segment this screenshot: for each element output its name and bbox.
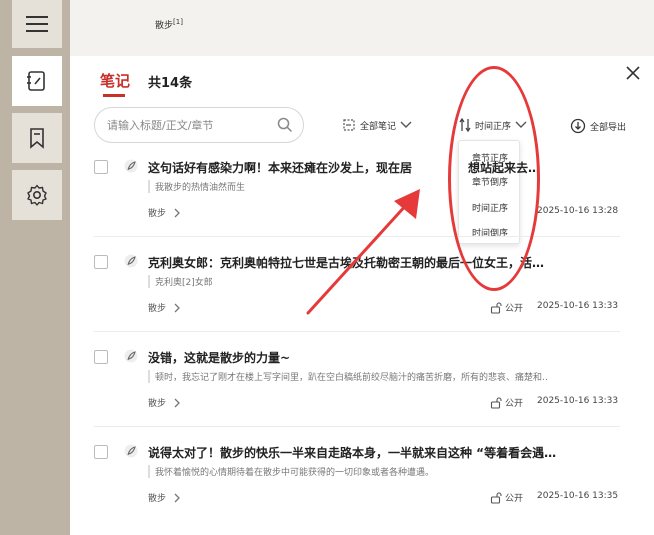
note-chapter[interactable]: 散步 — [148, 396, 181, 409]
export-all-button[interactable]: 全部导出 — [570, 118, 626, 134]
chevron-right-icon — [174, 208, 180, 217]
note-chapter[interactable]: 散步 — [148, 206, 181, 219]
notes-panel: 笔记 共14条 全部笔记 时间正序 — [70, 56, 654, 535]
notes-icon — [27, 71, 45, 91]
filter-label: 全部笔记 — [360, 121, 397, 132]
note-item[interactable]: 说得太对了！散步的快乐一半来自走路本身，一半就来自这种 “等着看会遇… 我怀着愉… — [70, 435, 654, 529]
note-quote: 克利奥[2]女郎 — [148, 275, 548, 288]
note-visibility[interactable]: 公开 — [490, 301, 523, 314]
note-time: 2025-10-16 13:33 — [537, 396, 619, 406]
sort-label: 时间正序 — [475, 121, 512, 132]
quill-icon — [124, 349, 138, 363]
note-chapter[interactable]: 散步 — [148, 301, 181, 314]
chevron-down-icon — [515, 121, 527, 128]
rail-notes-button[interactable] — [12, 56, 62, 106]
bookmark-icon — [30, 128, 44, 149]
note-title: 克利奥女郎：克利奥帕特拉七世是古埃及托勒密王朝的最后一位女王，活… — [148, 256, 545, 270]
note-item[interactable]: 克利奥女郎：克利奥帕特拉七世是古埃及托勒密王朝的最后一位女王，活… 克利奥[2]… — [70, 245, 654, 339]
sort-icon — [459, 118, 471, 132]
divider — [94, 426, 620, 427]
divider — [94, 236, 620, 237]
menu-button[interactable] — [12, 0, 62, 48]
sort-button[interactable]: 时间正序 — [459, 118, 527, 132]
close-icon[interactable] — [624, 64, 642, 82]
note-chapter[interactable]: 散步 — [148, 491, 181, 504]
note-quote: 我怀着愉悦的心情期待着在散步中可能获得的一切印象或者各种遭遇。 — [148, 465, 548, 478]
note-quote: 顿时，我忘记了刚才在楼上写字间里，趴在空白稿纸前绞尽脑汁的痛苦折磨，所有的悲哀、… — [148, 370, 548, 383]
chevron-down-icon — [400, 121, 412, 128]
note-checkbox[interactable] — [94, 160, 108, 174]
filter-button[interactable]: 全部笔记 — [342, 118, 412, 132]
export-icon — [570, 118, 586, 134]
reader-top-bar — [0, 0, 654, 56]
rail-bookmark-button[interactable] — [12, 113, 62, 163]
chevron-right-icon — [174, 493, 180, 502]
settings-icon — [27, 184, 47, 206]
note-title: 没错，这就是散步的力量~ — [148, 351, 291, 365]
divider — [94, 331, 620, 332]
note-title: 说得太对了！散步的快乐一半来自走路本身，一半就来自这种 “等着看会遇… — [148, 446, 557, 460]
tab-underline — [103, 94, 125, 97]
filter-icon — [343, 119, 355, 131]
note-quote: 我散步的热情油然而生 — [148, 180, 548, 193]
chevron-right-icon — [174, 303, 180, 312]
note-checkbox[interactable] — [94, 255, 108, 269]
export-label: 全部导出 — [590, 122, 627, 133]
note-checkbox[interactable] — [94, 350, 108, 364]
note-visibility[interactable]: 公开 — [490, 396, 523, 409]
rail-settings-button[interactable] — [12, 170, 62, 220]
menu-icon — [26, 16, 48, 32]
reader-body-text: 散步[1] — [155, 18, 183, 31]
note-checkbox[interactable] — [94, 445, 108, 459]
note-count: 共14条 — [148, 76, 193, 91]
note-time: 2025-10-16 13:28 — [537, 206, 619, 216]
chevron-right-icon — [174, 398, 180, 407]
quill-icon — [124, 444, 138, 458]
search-icon[interactable] — [277, 117, 293, 133]
lock-open-icon — [490, 491, 502, 504]
note-visibility[interactable]: 公开 — [490, 491, 523, 504]
note-time: 2025-10-16 13:35 — [537, 491, 619, 501]
search-input[interactable] — [107, 116, 267, 134]
lock-open-icon — [490, 301, 502, 314]
note-item[interactable]: 这句话好有感染力啊！本来还瘫在沙发上，现在居 想站起来去… 我散步的热情油然而生 … — [70, 150, 654, 244]
tab-notes[interactable]: 笔记 — [100, 70, 130, 91]
lock-open-icon — [490, 396, 502, 409]
note-time: 2025-10-16 13:33 — [537, 301, 619, 311]
quill-icon — [124, 254, 138, 268]
note-item[interactable]: 没错，这就是散步的力量~ 顿时，我忘记了刚才在楼上写字间里，趴在空白稿纸前绞尽脑… — [70, 340, 654, 434]
quill-icon — [124, 159, 138, 173]
note-title: 这句话好有感染力啊！本来还瘫在沙发上，现在居 想站起来去… — [148, 161, 541, 175]
search-box — [94, 107, 304, 143]
